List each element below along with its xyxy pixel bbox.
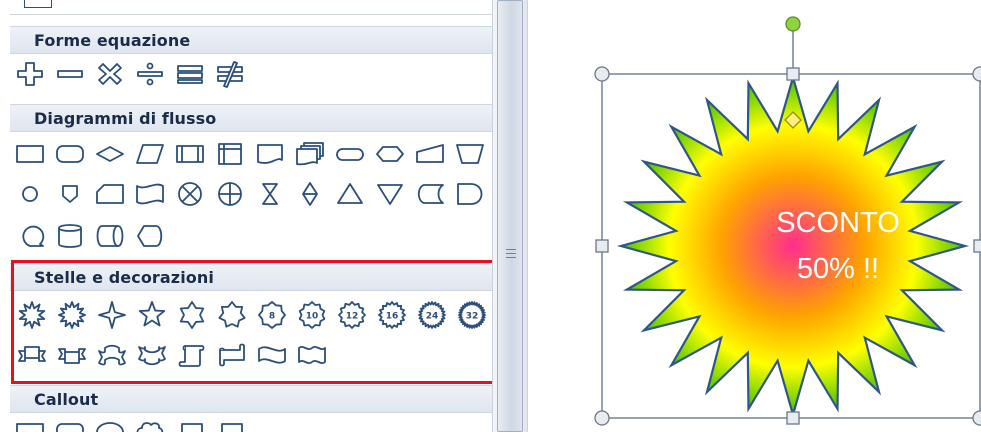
flowchart-collate-icon[interactable] — [250, 178, 290, 210]
flowchart-summing-junction-icon[interactable] — [170, 178, 210, 210]
section-title: Callout — [34, 390, 99, 409]
star-10-point-icon[interactable]: 10 — [292, 299, 332, 331]
line-callout-icon[interactable] — [170, 416, 210, 432]
flowchart-sequential-access-icon[interactable] — [10, 220, 50, 252]
section-header-equation-shapes: Forme equazione — [10, 26, 492, 54]
star-24-point-icon[interactable]: 24 — [412, 299, 452, 331]
star-point-count-label: 32 — [466, 312, 479, 322]
flowchart-terminator-icon[interactable] — [330, 138, 370, 170]
curved-ribbon-up-icon[interactable] — [92, 339, 132, 371]
section-header-callouts: Callout — [10, 385, 492, 413]
flowchart-or-icon[interactable] — [210, 178, 250, 210]
rotation-handle[interactable] — [785, 16, 801, 32]
double-wave-icon[interactable] — [292, 339, 332, 371]
flowchart-alternate-process-icon[interactable] — [50, 138, 90, 170]
not-equal-shape-icon[interactable] — [210, 58, 250, 90]
flowchart-card-icon[interactable] — [90, 178, 130, 210]
star-16-point-icon[interactable]: 16 — [372, 299, 412, 331]
equation-shapes-row — [10, 56, 250, 92]
flowchart-process-icon[interactable] — [10, 138, 50, 170]
flowchart-manual-operation-icon[interactable] — [450, 138, 490, 170]
flowchart-document-icon[interactable] — [250, 138, 290, 170]
star-8-point-icon[interactable]: 8 — [252, 299, 292, 331]
resize-handle-top-right[interactable] — [972, 66, 981, 82]
flowchart-predefined-process-icon[interactable] — [170, 138, 210, 170]
resize-handle-top-left[interactable] — [594, 66, 610, 82]
flowchart-data-icon[interactable] — [130, 138, 170, 170]
flowchart-display-icon[interactable] — [130, 220, 170, 252]
explosion-2-icon[interactable] — [52, 299, 92, 331]
curved-ribbon-down-icon[interactable] — [132, 339, 172, 371]
minus-shape-icon[interactable] — [50, 58, 90, 90]
flowchart-punched-tape-icon[interactable] — [130, 178, 170, 210]
resize-handle-bottom[interactable] — [786, 411, 800, 425]
wave-icon[interactable] — [252, 339, 292, 371]
resize-handle-bottom-left[interactable] — [594, 410, 610, 426]
star-4-point-icon[interactable] — [92, 299, 132, 331]
resize-handle-right[interactable] — [973, 239, 981, 253]
section-title: Stelle e decorazioni — [34, 268, 214, 287]
stars-row-1: 8 10 12 16 24 32 — [12, 297, 492, 333]
rounded-callout-icon[interactable] — [50, 416, 90, 432]
flowchart-row-1 — [10, 136, 490, 172]
callouts-row-cut — [10, 414, 250, 432]
flowchart-connector-icon[interactable] — [10, 178, 50, 210]
flowchart-row-3 — [10, 218, 170, 254]
gallery-scrollbar[interactable] — [492, 0, 528, 432]
oval-callout-icon[interactable] — [90, 416, 130, 432]
vertical-scroll-icon[interactable] — [172, 339, 212, 371]
plus-shape-icon[interactable] — [10, 58, 50, 90]
explosion-1-icon[interactable] — [12, 299, 52, 331]
slide-canvas: SCONTO 50% !! — [528, 0, 981, 432]
star-point-count-label: 10 — [306, 312, 319, 322]
ribbon-down-icon[interactable] — [52, 339, 92, 371]
ribbon-up-icon[interactable] — [12, 339, 52, 371]
section-header-stars-banners: Stelle e decorazioni — [10, 263, 492, 291]
star-32-point-icon[interactable]: 32 — [452, 299, 492, 331]
flowchart-stored-data-icon[interactable] — [410, 178, 450, 210]
previous-section-row-cut — [10, 0, 492, 15]
flowchart-row-2 — [10, 176, 490, 212]
shape-partial-icon[interactable] — [24, 0, 52, 8]
resize-handle-left[interactable] — [595, 239, 609, 253]
rectangular-callout-icon[interactable] — [10, 416, 50, 432]
flowchart-delay-icon[interactable] — [450, 178, 490, 210]
section-header-flowchart: Diagrammi di flusso — [10, 104, 492, 132]
flowchart-direct-access-icon[interactable] — [90, 220, 130, 252]
flowchart-merge-icon[interactable] — [370, 178, 410, 210]
star-7-point-icon[interactable] — [212, 299, 252, 331]
section-title: Diagrammi di flusso — [34, 109, 217, 128]
star-12-point-icon[interactable]: 12 — [332, 299, 372, 331]
flowchart-extract-icon[interactable] — [330, 178, 370, 210]
flowchart-sort-icon[interactable] — [290, 178, 330, 210]
star-point-count-label: 24 — [426, 312, 439, 322]
banners-row — [12, 337, 332, 373]
horizontal-scroll-icon[interactable] — [212, 339, 252, 371]
star-6-point-icon[interactable] — [172, 299, 212, 331]
star-shape-drawing[interactable] — [528, 0, 981, 432]
flowchart-offpage-connector-icon[interactable] — [50, 178, 90, 210]
flowchart-manual-input-icon[interactable] — [410, 138, 450, 170]
resize-handle-top[interactable] — [786, 67, 800, 81]
section-title: Forme equazione — [34, 31, 191, 50]
star-point-count-label: 16 — [386, 312, 399, 322]
flowchart-preparation-icon[interactable] — [370, 138, 410, 170]
scroll-grip-icon — [506, 249, 516, 261]
equal-shape-icon[interactable] — [170, 58, 210, 90]
star-5-point-icon[interactable] — [132, 299, 172, 331]
flowchart-magnetic-disk-icon[interactable] — [50, 220, 90, 252]
division-shape-icon[interactable] — [130, 58, 170, 90]
scrollbar-thumb[interactable] — [497, 0, 523, 432]
line-callout-2-icon[interactable] — [210, 416, 250, 432]
cloud-callout-icon[interactable] — [130, 416, 170, 432]
flowchart-decision-icon[interactable] — [90, 138, 130, 170]
star-point-count-label: 8 — [269, 312, 275, 322]
multiply-shape-icon[interactable] — [90, 58, 130, 90]
star-point-count-label: 12 — [346, 312, 359, 322]
shapes-gallery-panel: Forme equazione Diagrammi di flusso Stel… — [0, 0, 492, 432]
resize-handle-bottom-right[interactable] — [972, 410, 981, 426]
flowchart-multidocument-icon[interactable] — [290, 138, 330, 170]
flowchart-internal-storage-icon[interactable] — [210, 138, 250, 170]
